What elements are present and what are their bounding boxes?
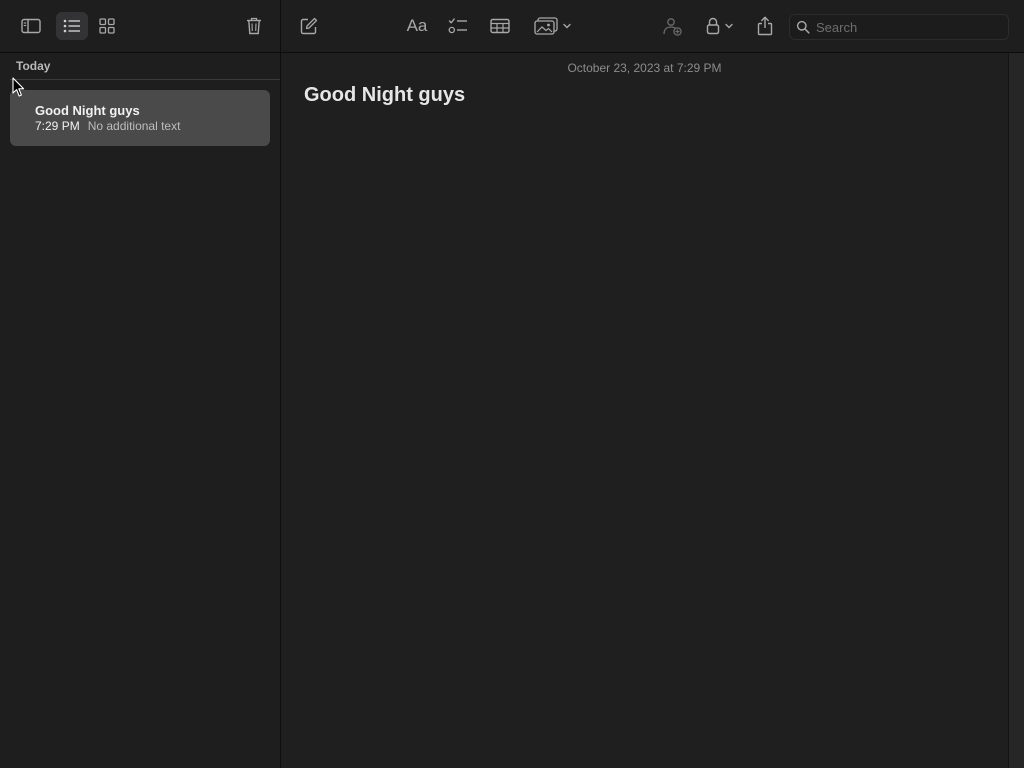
- gallery-view-button[interactable]: [94, 12, 120, 40]
- toggle-sidebar-button[interactable]: [18, 12, 44, 40]
- lock-note-button[interactable]: [701, 12, 739, 40]
- delete-note-button[interactable]: [242, 12, 266, 40]
- collaborate-icon: [663, 18, 682, 36]
- list-view-icon: [63, 19, 80, 33]
- new-note-button[interactable]: [297, 12, 321, 40]
- format-text-label: Aa: [406, 16, 428, 35]
- search-field[interactable]: [789, 14, 1009, 40]
- section-divider: [10, 79, 280, 80]
- chevron-down-icon: [725, 23, 733, 29]
- section-header-today: Today: [16, 59, 51, 73]
- note-editor[interactable]: October 23, 2023 at 7:29 PM Good Night g…: [281, 53, 1008, 768]
- photo-icon: [534, 17, 558, 35]
- compose-icon: [300, 17, 318, 35]
- list-toolbar: [0, 0, 280, 53]
- checklist-button[interactable]: [445, 12, 471, 40]
- notes-app-window: Today Good Night guys 7:29 PM No addition…: [0, 0, 1024, 768]
- format-button[interactable]: Aa: [403, 12, 431, 40]
- gallery-view-icon: [99, 18, 115, 34]
- note-title[interactable]: Good Night guys: [304, 84, 465, 107]
- share-icon: [757, 16, 773, 36]
- editor-scrollbar[interactable]: [1008, 53, 1024, 768]
- note-item-time: 7:29 PM: [35, 119, 80, 133]
- trash-icon: [247, 17, 261, 35]
- note-item-meta: 7:29 PM No additional text: [35, 119, 180, 133]
- mouse-pointer-icon: [12, 77, 25, 97]
- checklist-icon: [448, 18, 467, 34]
- table-button[interactable]: [487, 12, 513, 40]
- search-icon: [796, 20, 810, 34]
- note-item-preview: No additional text: [87, 119, 181, 133]
- chevron-down-icon: [563, 23, 571, 29]
- collaborate-button[interactable]: [659, 12, 685, 40]
- notes-list-pane: Today Good Night guys 7:29 PM No addition…: [0, 0, 281, 768]
- table-icon: [490, 18, 510, 34]
- sidebar-icon: [21, 18, 41, 34]
- media-menu-button[interactable]: [531, 12, 575, 40]
- note-item-title: Good Night guys: [35, 103, 140, 118]
- lock-icon: [706, 17, 720, 35]
- share-button[interactable]: [753, 12, 777, 40]
- search-input[interactable]: [814, 18, 998, 36]
- note-list-item[interactable]: Good Night guys 7:29 PM No additional tex…: [10, 90, 270, 146]
- note-date: October 23, 2023 at 7:29 PM: [567, 61, 722, 75]
- list-view-button[interactable]: [56, 12, 88, 40]
